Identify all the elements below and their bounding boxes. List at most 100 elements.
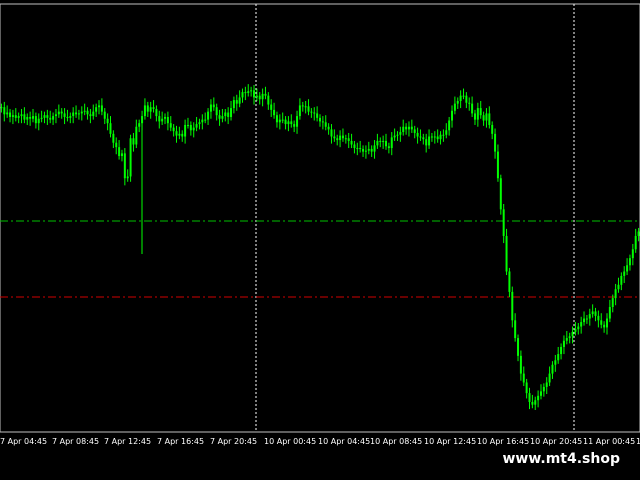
- candle-body: [46, 115, 49, 118]
- candle-body: [69, 116, 72, 118]
- candle-body: [3, 107, 6, 115]
- candle-body: [112, 133, 115, 143]
- candle-body: [347, 138, 350, 141]
- candle-body: [161, 118, 164, 122]
- candle-body: [597, 315, 600, 321]
- candle-body: [296, 116, 299, 127]
- candle-body: [77, 113, 80, 115]
- candle-body: [146, 105, 149, 112]
- candle-body: [410, 126, 413, 130]
- candle-body: [29, 116, 32, 119]
- candle-body: [63, 113, 66, 117]
- candle-body: [519, 355, 522, 374]
- candle-body: [275, 115, 278, 123]
- candle-body: [204, 119, 207, 121]
- chart-canvas[interactable]: 7 Apr 04:45 7 Apr 08:45 7 Apr 12:45 7 Apr 1…: [0, 0, 640, 480]
- candle-body: [92, 111, 95, 117]
- candle-body: [407, 126, 410, 130]
- candle-body: [473, 113, 476, 120]
- time-axis-label: 11: [636, 437, 640, 446]
- candle-body: [17, 116, 20, 118]
- candle-body: [149, 107, 152, 112]
- candle-body: [126, 176, 129, 179]
- candle-body: [37, 118, 40, 124]
- candle-body: [273, 109, 276, 116]
- candle-body: [465, 95, 468, 103]
- candle-body: [9, 112, 12, 117]
- candle-body: [207, 111, 210, 120]
- candle-body: [442, 134, 445, 136]
- candle-body: [129, 138, 132, 177]
- candle-body: [336, 138, 339, 141]
- candle-body: [52, 116, 55, 120]
- candle-body: [511, 291, 514, 321]
- candle-body: [34, 116, 37, 124]
- candle-body: [545, 382, 548, 387]
- candle-body: [608, 307, 611, 319]
- candle-body: [479, 108, 482, 116]
- candle-body: [580, 322, 583, 327]
- candle-body: [287, 121, 290, 125]
- candle-body: [319, 117, 321, 122]
- candle-body: [428, 136, 431, 146]
- candle-body: [198, 122, 201, 125]
- candle-body: [115, 142, 118, 148]
- candle-body: [230, 108, 233, 117]
- candle-body: [605, 318, 608, 328]
- candle-body: [565, 338, 568, 341]
- candle-body: [241, 92, 244, 98]
- candle-body: [109, 123, 112, 134]
- candle-body: [313, 112, 316, 114]
- candle-body: [471, 103, 474, 114]
- candle-body: [14, 115, 17, 118]
- plot-frame: [0, 3, 640, 433]
- candle-body: [40, 117, 43, 119]
- time-axis-label: 11 Apr 00:45: [583, 437, 635, 446]
- candle-body: [155, 108, 158, 117]
- candle-body: [433, 136, 436, 138]
- candle-body: [554, 360, 557, 365]
- candle-body: [32, 116, 35, 119]
- candle-body: [304, 106, 307, 108]
- candle-body: [72, 112, 75, 117]
- candle-body: [623, 271, 626, 276]
- candle-body: [138, 123, 141, 127]
- candle-body: [132, 138, 135, 145]
- candle-body: [445, 130, 448, 135]
- candle-body: [488, 113, 491, 125]
- candle-body: [264, 93, 267, 96]
- candle-body: [393, 135, 396, 138]
- candle-body: [212, 104, 215, 108]
- candle-body: [350, 140, 353, 145]
- candle-body: [172, 127, 175, 132]
- candle-body: [456, 100, 459, 104]
- candle-body: [293, 124, 296, 127]
- candle-body: [534, 400, 537, 405]
- candle-body: [631, 249, 634, 259]
- candle-body: [235, 100, 238, 104]
- candle-body: [594, 311, 597, 316]
- candle-body: [120, 153, 123, 157]
- candle-body: [60, 111, 63, 114]
- candle-body: [356, 148, 359, 150]
- candle-body: [502, 209, 505, 236]
- candle-body: [637, 231, 640, 236]
- candle-body: [310, 111, 313, 113]
- candle-body: [451, 110, 454, 121]
- candle-body: [496, 151, 499, 179]
- candle-body: [508, 271, 511, 292]
- candle-body: [267, 95, 270, 105]
- candle-body: [103, 111, 106, 119]
- candle-body: [439, 134, 442, 140]
- candle-body: [258, 95, 261, 100]
- price-chart[interactable]: 7 Apr 04:45 7 Apr 08:45 7 Apr 12:45 7 Apr 1…: [0, 0, 640, 480]
- candle-body: [184, 124, 187, 137]
- time-axis-label: 10 Apr 08:45: [370, 437, 422, 446]
- candle-body: [459, 95, 462, 101]
- candle-body: [11, 115, 14, 117]
- candle-body: [557, 354, 560, 361]
- candle-body: [548, 373, 551, 383]
- time-axis-label: 7 Apr 04:45: [0, 437, 47, 446]
- candle-body: [341, 135, 344, 139]
- candle-body: [588, 314, 591, 319]
